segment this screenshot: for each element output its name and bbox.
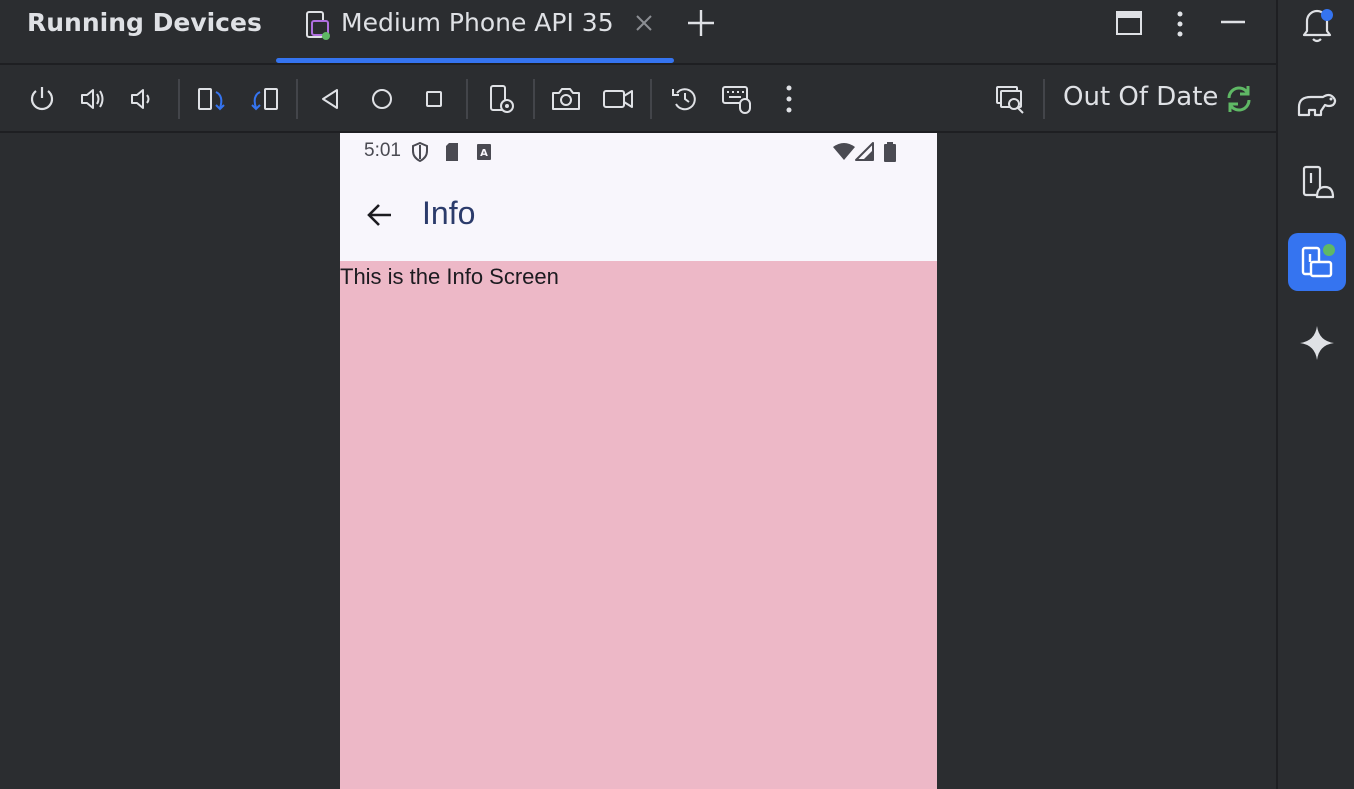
- toolbar-separator: [1043, 79, 1045, 119]
- back-arrow-icon[interactable]: [366, 201, 394, 229]
- toolbar-separator: [466, 79, 468, 119]
- top-app-bar: Info: [340, 173, 937, 261]
- device-manager-icon[interactable]: [1288, 154, 1346, 212]
- tab-label: Medium Phone API 35: [341, 8, 614, 37]
- power-icon[interactable]: [26, 83, 58, 115]
- sync-icon[interactable]: [1223, 83, 1255, 115]
- add-tab-icon[interactable]: [686, 8, 716, 38]
- minimize-icon[interactable]: [1219, 10, 1247, 36]
- tab-bar: Running Devices Medium Phone API 35: [0, 0, 1276, 63]
- cell-signal-icon: [855, 142, 875, 162]
- battery-icon: [883, 141, 897, 163]
- home-icon[interactable]: [366, 83, 398, 115]
- snapshot-icon[interactable]: [669, 83, 701, 115]
- window-layout-icon[interactable]: [1115, 10, 1143, 36]
- status-label: Out Of Date: [1063, 82, 1219, 112]
- more-options-icon[interactable]: [1170, 10, 1190, 38]
- volume-up-icon[interactable]: [77, 83, 109, 115]
- wifi-icon: [832, 142, 856, 162]
- volume-down-icon[interactable]: [127, 83, 159, 115]
- device-frame-icon[interactable]: [995, 83, 1027, 115]
- back-icon[interactable]: [314, 83, 346, 115]
- tab-medium-phone[interactable]: Medium Phone API 35: [276, 0, 674, 63]
- device-display-area: 5:01 A Info This is the Info Screen: [0, 133, 1276, 789]
- status-time: 5:01: [364, 140, 401, 161]
- running-device-icon: [304, 9, 332, 41]
- gemini-sparkle-icon[interactable]: [1288, 314, 1346, 372]
- shield-icon: [411, 142, 429, 162]
- svg-text:A: A: [480, 148, 488, 159]
- toolbar-separator: [650, 79, 652, 119]
- toolbar-separator: [533, 79, 535, 119]
- notifications-bell-icon[interactable]: [1288, 0, 1346, 52]
- text-icon: A: [476, 143, 492, 161]
- running-devices-icon[interactable]: [1288, 233, 1346, 291]
- device-toolbar: Out Of Date: [0, 65, 1276, 131]
- sd-card-icon: [444, 142, 460, 162]
- rotate-left-icon[interactable]: [196, 83, 228, 115]
- android-status-bar: 5:01 A: [340, 133, 937, 173]
- toolbar-separator: [296, 79, 298, 119]
- info-screen-text: This is the Info Screen: [340, 264, 559, 289]
- app-bar-title: Info: [422, 195, 476, 231]
- device-settings-icon[interactable]: [486, 83, 518, 115]
- more-icon[interactable]: [773, 83, 805, 115]
- screenshot-icon[interactable]: [550, 83, 582, 115]
- screen-record-icon[interactable]: [602, 83, 634, 115]
- keyboard-mouse-icon[interactable]: [721, 83, 753, 115]
- close-tab-icon[interactable]: [634, 13, 654, 33]
- rotate-right-icon[interactable]: [248, 83, 280, 115]
- gradle-icon[interactable]: [1288, 74, 1346, 132]
- emulator-screen[interactable]: 5:01 A Info This is the Info Screen: [340, 133, 937, 789]
- tool-window-title: Running Devices: [27, 8, 262, 37]
- right-tool-strip: [1276, 0, 1354, 789]
- overview-icon[interactable]: [418, 83, 450, 115]
- toolbar-separator: [178, 79, 180, 119]
